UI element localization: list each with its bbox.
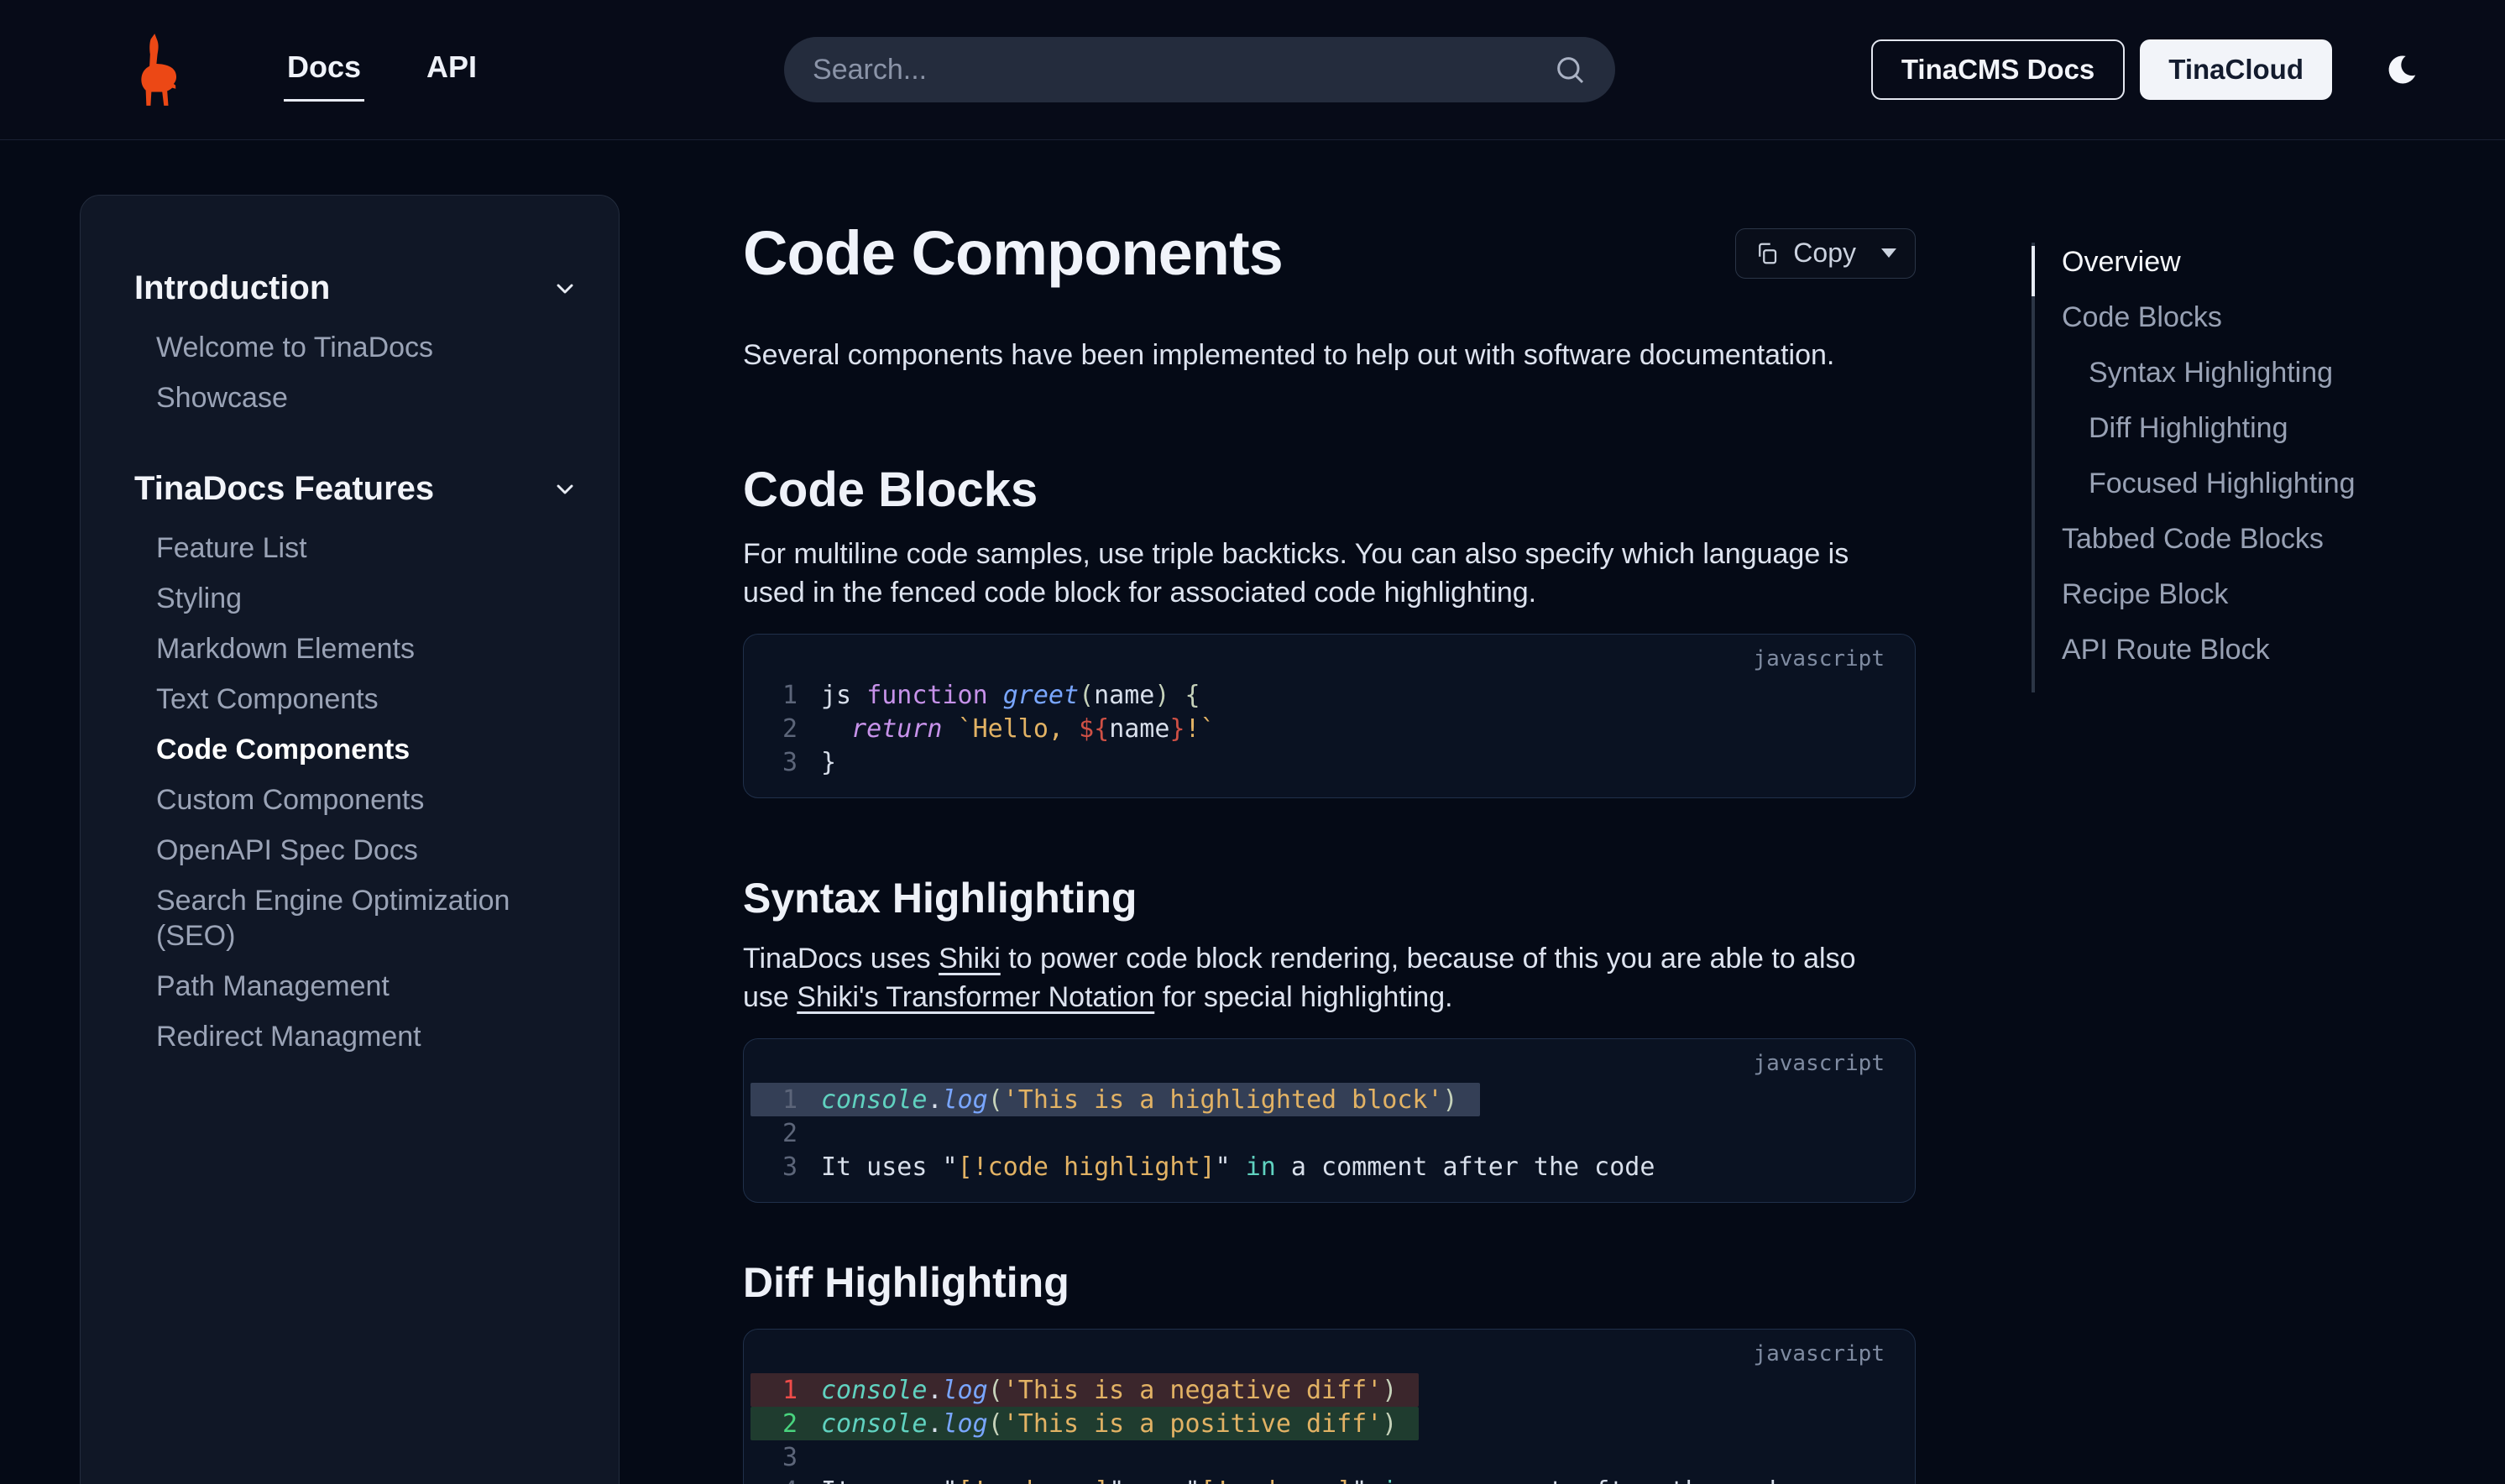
moon-icon <box>2384 51 2421 88</box>
tinacms-docs-button[interactable]: TinaCMS Docs <box>1871 39 2125 100</box>
code-line: 1js function greet(name) { <box>750 678 1222 712</box>
link-shiki-s-transformer-notation[interactable]: Shiki's Transformer Notation <box>797 981 1154 1013</box>
main-content: Code Components Copy Several components … <box>743 140 1916 1484</box>
copy-button-label: Copy <box>1793 238 1856 269</box>
code-line: 2 return `Hello, ${name}!` <box>750 712 1237 745</box>
line-number: 2 <box>767 714 798 744</box>
line-number: 2 <box>767 1119 798 1148</box>
heading-code-blocks: Code Blocks <box>743 462 1916 518</box>
sidebar-section-title: TinaDocs Features <box>134 470 434 508</box>
toc-item-recipe-block[interactable]: Recipe Block <box>2062 578 2228 610</box>
tinacloud-button[interactable]: TinaCloud <box>2140 39 2332 100</box>
theme-toggle-button[interactable] <box>2384 51 2421 88</box>
intro-paragraph: Several components have been implemented… <box>743 336 1916 374</box>
toc-active-marker <box>2032 246 2035 296</box>
sidebar-section-header-tinadocs-features[interactable]: TinaDocs Features <box>134 470 578 508</box>
sidebar-item-openapi-spec-docs[interactable]: OpenAPI Spec Docs <box>134 825 578 875</box>
toc-item-tabbed-code-blocks[interactable]: Tabbed Code Blocks <box>2062 523 2324 555</box>
toc-item-focused-highlighting[interactable]: Focused Highlighting <box>2089 468 2356 499</box>
toc-entry: Focused Highlighting <box>2062 468 2505 499</box>
search-input[interactable] <box>813 54 1553 86</box>
code-language-label: javascript <box>750 1341 1890 1366</box>
toc-entry: Syntax Highlighting <box>2062 357 2505 389</box>
line-number: 3 <box>767 1443 798 1472</box>
code-line: 3It uses "[!code highlight]" in a commen… <box>750 1150 1676 1184</box>
toc-entry: Overview <box>2062 246 2505 278</box>
line-number: 4 <box>767 1476 798 1484</box>
code-blocks-paragraph: For multiline code samples, use triple b… <box>743 535 1885 612</box>
nav-api[interactable]: API <box>426 50 477 90</box>
sidebar-items: Welcome to TinaDocsShowcase <box>134 322 578 423</box>
sidebar-section-title: Introduction <box>134 269 330 307</box>
line-number: 1 <box>767 681 798 710</box>
sidebar-item-path-management[interactable]: Path Management <box>134 961 578 1011</box>
page-title: Code Components <box>743 217 1283 289</box>
link-shiki[interactable]: Shiki <box>939 943 1001 975</box>
sidebar-item-showcase[interactable]: Showcase <box>134 373 578 423</box>
line-number: 3 <box>767 748 798 777</box>
sidebar-section-introduction: Introduction Welcome to TinaDocsShowcase <box>134 269 578 423</box>
copy-dropdown-caret-icon[interactable] <box>1881 248 1896 258</box>
sidebar-item-welcome-to-tinadocs[interactable]: Welcome to TinaDocs <box>134 322 578 373</box>
toc-entry: Tabbed Code Blocks <box>2062 523 2505 555</box>
sidebar-column: Introduction Welcome to TinaDocsShowcase T… <box>0 140 621 1484</box>
code-block-diff[interactable]: javascript 1console.log('This is a negati… <box>743 1329 1916 1484</box>
toc-item-api-route-block[interactable]: API Route Block <box>2062 634 2270 666</box>
sidebar-section-tinadocs-features: TinaDocs Features Feature ListStylingMark… <box>134 470 578 1062</box>
toc-entry: Diff Highlighting <box>2062 412 2505 444</box>
toc-column: Overview Code Blocks Syntax Highlighting Di… <box>2032 140 2505 1484</box>
sidebar-item-search-engine-optimization-seo[interactable]: Search Engine Optimization (SEO) <box>134 875 578 961</box>
code-line: 2 <box>750 1116 851 1150</box>
primary-nav: Docs API <box>287 50 477 90</box>
copy-icon <box>1755 241 1780 266</box>
search-icon <box>1553 53 1587 86</box>
toc-entry: Recipe Block <box>2062 578 2505 610</box>
heading-syntax-highlighting: Syntax Highlighting <box>743 874 1916 922</box>
sidebar-item-text-components[interactable]: Text Components <box>134 674 578 724</box>
code-block-basic[interactable]: javascript 1js function greet(name) {2 re… <box>743 634 1916 798</box>
copy-button[interactable]: Copy <box>1735 228 1916 279</box>
nav-docs[interactable]: Docs <box>287 50 361 90</box>
toc-item-code-blocks[interactable]: Code Blocks <box>2062 301 2222 333</box>
toc-item-diff-highlighting[interactable]: Diff Highlighting <box>2089 412 2288 444</box>
line-number: 1 <box>767 1085 798 1115</box>
sidebar-item-markdown-elements[interactable]: Markdown Elements <box>134 624 578 674</box>
header: Docs API TinaCMS Docs TinaCloud <box>0 0 2505 140</box>
line-number: 3 <box>767 1152 798 1182</box>
toc-item-syntax-highlighting[interactable]: Syntax Highlighting <box>2089 357 2333 389</box>
search-bar[interactable] <box>784 37 1615 102</box>
toc-entry: Code Blocks <box>2062 301 2505 333</box>
code-line: 2console.log('This is a positive diff') <box>750 1407 1419 1440</box>
code-language-label: javascript <box>750 1051 1890 1076</box>
code-line: 3 <box>750 1440 851 1474</box>
sidebar-item-redirect-managment[interactable]: Redirect Managment <box>134 1011 578 1062</box>
syntax-paragraph: TinaDocs uses Shiki to power code block … <box>743 939 1885 1016</box>
toc-item-overview[interactable]: Overview <box>2062 246 2181 278</box>
chevron-down-icon <box>552 476 578 503</box>
sidebar-item-styling[interactable]: Styling <box>134 573 578 624</box>
code-line: 1console.log('This is a highlighted bloc… <box>750 1083 1480 1116</box>
code-line: 4It uses "[!code --]" or "[!code ++]" in… <box>750 1474 1813 1484</box>
chevron-down-icon <box>552 275 578 302</box>
sidebar-item-custom-components[interactable]: Custom Components <box>134 775 578 825</box>
sidebar-item-code-components[interactable]: Code Components <box>134 724 578 775</box>
line-number: 2 <box>767 1409 798 1439</box>
heading-diff-highlighting: Diff Highlighting <box>743 1258 1916 1307</box>
toc-entry: API Route Block <box>2062 634 2505 666</box>
tina-llama-logo-icon[interactable] <box>134 34 181 106</box>
code-block-highlight[interactable]: javascript 1console.log('This is a highli… <box>743 1038 1916 1203</box>
toc-list: Overview Code Blocks Syntax Highlighting Di… <box>2062 246 2505 666</box>
code-line: 3} <box>750 745 858 779</box>
sidebar-item-feature-list[interactable]: Feature List <box>134 523 578 573</box>
code-language-label: javascript <box>750 646 1890 671</box>
sidebar-section-header-introduction[interactable]: Introduction <box>134 269 578 307</box>
sidebar-panel: Introduction Welcome to TinaDocsShowcase T… <box>80 195 620 1484</box>
sidebar-items: Feature ListStylingMarkdown ElementsText… <box>134 523 578 1062</box>
line-number: 1 <box>767 1376 798 1405</box>
code-line: 1console.log('This is a negative diff') <box>750 1373 1419 1407</box>
header-actions: TinaCMS Docs TinaCloud <box>1871 39 2421 100</box>
